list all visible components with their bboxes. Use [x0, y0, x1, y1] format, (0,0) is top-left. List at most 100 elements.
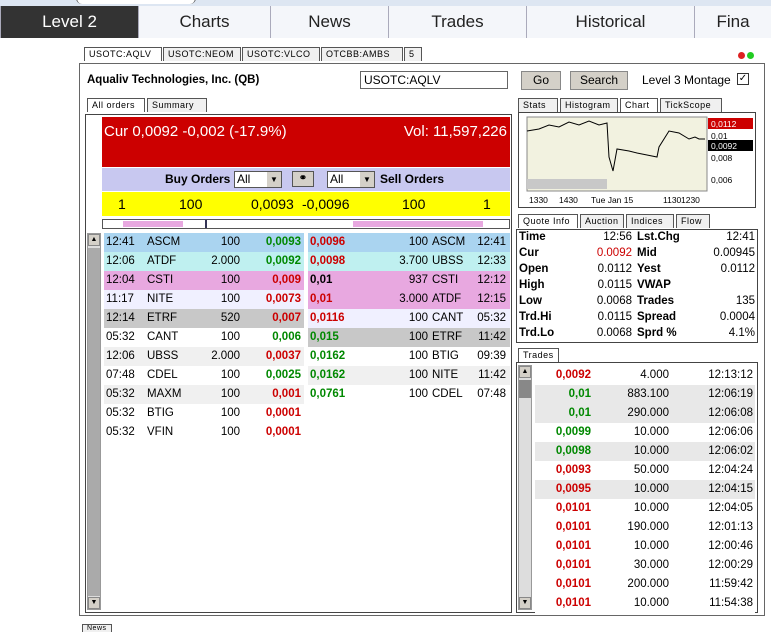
- bid-row[interactable]: 12:06 UBSS 2.000 0,0037: [104, 347, 304, 366]
- ask-row[interactable]: 0,0098 3.700 UBSS 12:33: [308, 252, 510, 271]
- orders-scrollbar[interactable]: ▲ ▼: [87, 233, 101, 610]
- ask-size: 100: [408, 350, 428, 362]
- ask-size: 100: [408, 236, 428, 248]
- ask-row[interactable]: 0,0162 100 NITE 11:42: [308, 366, 510, 385]
- scroll-up-icon[interactable]: ▲: [519, 366, 531, 378]
- bid-row[interactable]: 12:14 ETRF 520 0,007: [104, 309, 304, 328]
- quote-value: 0.0112: [720, 263, 755, 275]
- trade-row[interactable]: 0,0101 30.000 12:00:29: [535, 556, 755, 575]
- tab-all-orders[interactable]: All orders: [87, 98, 145, 112]
- ask-time: 12:12: [477, 274, 506, 286]
- ask-row[interactable]: 0,0096 100 ASCM 12:41: [308, 233, 510, 252]
- trade-row[interactable]: 0,0101 200.000 11:59:42: [535, 575, 755, 594]
- trade-time: 12:00:46: [708, 540, 753, 552]
- trades-panel: ▲ ▼ 0,0092 4.000 12:13:12 0,01 883.100 12:06:…: [516, 362, 758, 613]
- buy-filter-select[interactable]: All ▼: [234, 171, 282, 188]
- bid-row[interactable]: 12:04 CSTI 100 0,009: [104, 271, 304, 290]
- ask-row[interactable]: 0,0162 100 BTIG 09:39: [308, 347, 510, 366]
- link-icon[interactable]: ⚭: [292, 171, 314, 187]
- ask-size: 100: [408, 369, 428, 381]
- trade-row[interactable]: 0,0095 10.000 12:04:15: [535, 480, 755, 499]
- nav-tab-level-2[interactable]: Level 2: [0, 6, 138, 38]
- trade-row[interactable]: 0,0101 10.000 12:04:05: [535, 499, 755, 518]
- trade-row[interactable]: 0,0101 10.000 11:54:38: [535, 594, 755, 613]
- trade-row[interactable]: 0,01 883.100 12:06:19: [535, 385, 755, 404]
- chart-panel: 0,0112 0,01 0,0092 0,008 0,006 1330 1430 Tue Ja…: [518, 112, 756, 208]
- scroll-thumb[interactable]: [519, 380, 531, 398]
- bid-size: 100: [220, 407, 240, 419]
- bid-size: 520: [220, 312, 240, 324]
- trade-row[interactable]: 0,0099 10.000 12:06:06: [535, 423, 755, 442]
- window-red-dot-icon[interactable]: [738, 52, 745, 59]
- quote-value: 0.0112: [597, 263, 632, 275]
- bid-row[interactable]: 05:32 MAXM 100 0,001: [104, 385, 304, 404]
- price-tick-label: 0,0092: [711, 141, 737, 151]
- ask-row[interactable]: 0,01 937 CSTI 12:12: [308, 271, 510, 290]
- trade-size: 190.000: [627, 521, 669, 533]
- trade-row[interactable]: 0,0101 10.000 12:00:46: [535, 537, 755, 556]
- tab-flow[interactable]: Flow: [676, 214, 710, 228]
- symbol-tab[interactable]: 5: [404, 47, 422, 61]
- depth-bar: [102, 219, 510, 229]
- symbol-tab[interactable]: OTCBB:AMBS: [321, 47, 403, 61]
- tab-indices[interactable]: Indices: [626, 214, 674, 228]
- tab-chart[interactable]: Chart: [620, 98, 658, 112]
- tab-summary[interactable]: Summary: [147, 98, 207, 112]
- bid-row[interactable]: 05:32 VFIN 100 0,0001: [104, 423, 304, 442]
- window-green-dot-icon[interactable]: [747, 52, 754, 59]
- bid-row[interactable]: 11:17 NITE 100 0,0073: [104, 290, 304, 309]
- tab-tickscope[interactable]: TickScope: [660, 98, 722, 112]
- ask-row[interactable]: 0,01 3.000 ATDF 12:15: [308, 290, 510, 309]
- trade-time: 11:59:42: [709, 578, 753, 590]
- ask-row[interactable]: 0,015 100 ETRF 11:42: [308, 328, 510, 347]
- bid-row[interactable]: 12:41 ASCM 100 0,0093: [104, 233, 304, 252]
- trade-price: 0,01: [568, 407, 591, 419]
- bid-row[interactable]: 05:32 BTIG 100 0,0001: [104, 404, 304, 423]
- nav-tab-trades[interactable]: Trades: [388, 6, 526, 38]
- level3-checkbox[interactable]: ✓: [737, 73, 749, 85]
- go-button[interactable]: Go: [521, 71, 561, 90]
- trade-row[interactable]: 0,0098 10.000 12:06:02: [535, 442, 755, 461]
- scroll-up-icon[interactable]: ▲: [88, 234, 100, 246]
- trades-list: 0,0092 4.000 12:13:12 0,01 883.100 12:06:19 0,…: [535, 366, 755, 613]
- trades-tab[interactable]: Trades: [518, 348, 559, 362]
- trade-size: 30.000: [633, 559, 669, 571]
- nav-tab-fina[interactable]: Fina: [694, 6, 771, 38]
- ask-size: 100: [408, 331, 428, 343]
- nav-tab-charts[interactable]: Charts: [138, 6, 270, 38]
- scroll-thumb[interactable]: [88, 248, 100, 596]
- symbol-tab[interactable]: USOTC:AQLV: [84, 47, 162, 61]
- tab-auction[interactable]: Auction: [580, 214, 624, 228]
- tab-histogram[interactable]: Histogram: [560, 98, 618, 112]
- trade-size: 290.000: [627, 407, 669, 419]
- nav-tab-news[interactable]: News: [270, 6, 388, 38]
- quote-value: 0.0068: [596, 327, 632, 339]
- ask-row[interactable]: 0,0116 100 CANT 05:32: [308, 309, 510, 328]
- quote-value: 12:41: [726, 231, 755, 243]
- tab-stats[interactable]: Stats: [518, 98, 558, 112]
- scroll-down-icon[interactable]: ▼: [88, 597, 100, 609]
- trades-scrollbar[interactable]: ▲ ▼: [518, 365, 532, 610]
- search-button[interactable]: Search: [570, 71, 628, 90]
- trade-row[interactable]: 0,0101 190.000 12:01:13: [535, 518, 755, 537]
- nav-tab-historical[interactable]: Historical: [526, 6, 694, 38]
- ask-price: 0,0162: [310, 369, 346, 381]
- trade-row[interactable]: 0,0093 50.000 12:04:24: [535, 461, 755, 480]
- ask-time: 07:48: [477, 388, 506, 400]
- scroll-down-icon[interactable]: ▼: [519, 597, 531, 609]
- symbol-input[interactable]: [360, 71, 508, 89]
- bid-mmid: CSTI: [147, 274, 174, 286]
- cur-bar: Cur 0,0092 -0,002 (-17.9%) Vol: 11,597,2…: [102, 117, 510, 167]
- sell-filter-select[interactable]: All ▼: [327, 171, 375, 188]
- symbol-tab[interactable]: USOTC:NEOM: [163, 47, 241, 61]
- bid-price: 0,0073: [265, 293, 301, 305]
- tab-quote-info[interactable]: Quote Info: [518, 214, 578, 228]
- symbol-tab[interactable]: USOTC:VLCO: [242, 47, 320, 61]
- ask-row[interactable]: 0,0761 100 CDEL 07:48: [308, 385, 510, 404]
- trade-row[interactable]: 0,01 290.000 12:06:08: [535, 404, 755, 423]
- bid-row[interactable]: 05:32 CANT 100 0,006: [104, 328, 304, 347]
- bid-row[interactable]: 12:06 ATDF 2.000 0,0092: [104, 252, 304, 271]
- trade-row[interactable]: 0,0092 4.000 12:13:12: [535, 366, 755, 385]
- bid-row[interactable]: 07:48 CDEL 100 0,0025: [104, 366, 304, 385]
- news-tab[interactable]: News: [82, 624, 112, 632]
